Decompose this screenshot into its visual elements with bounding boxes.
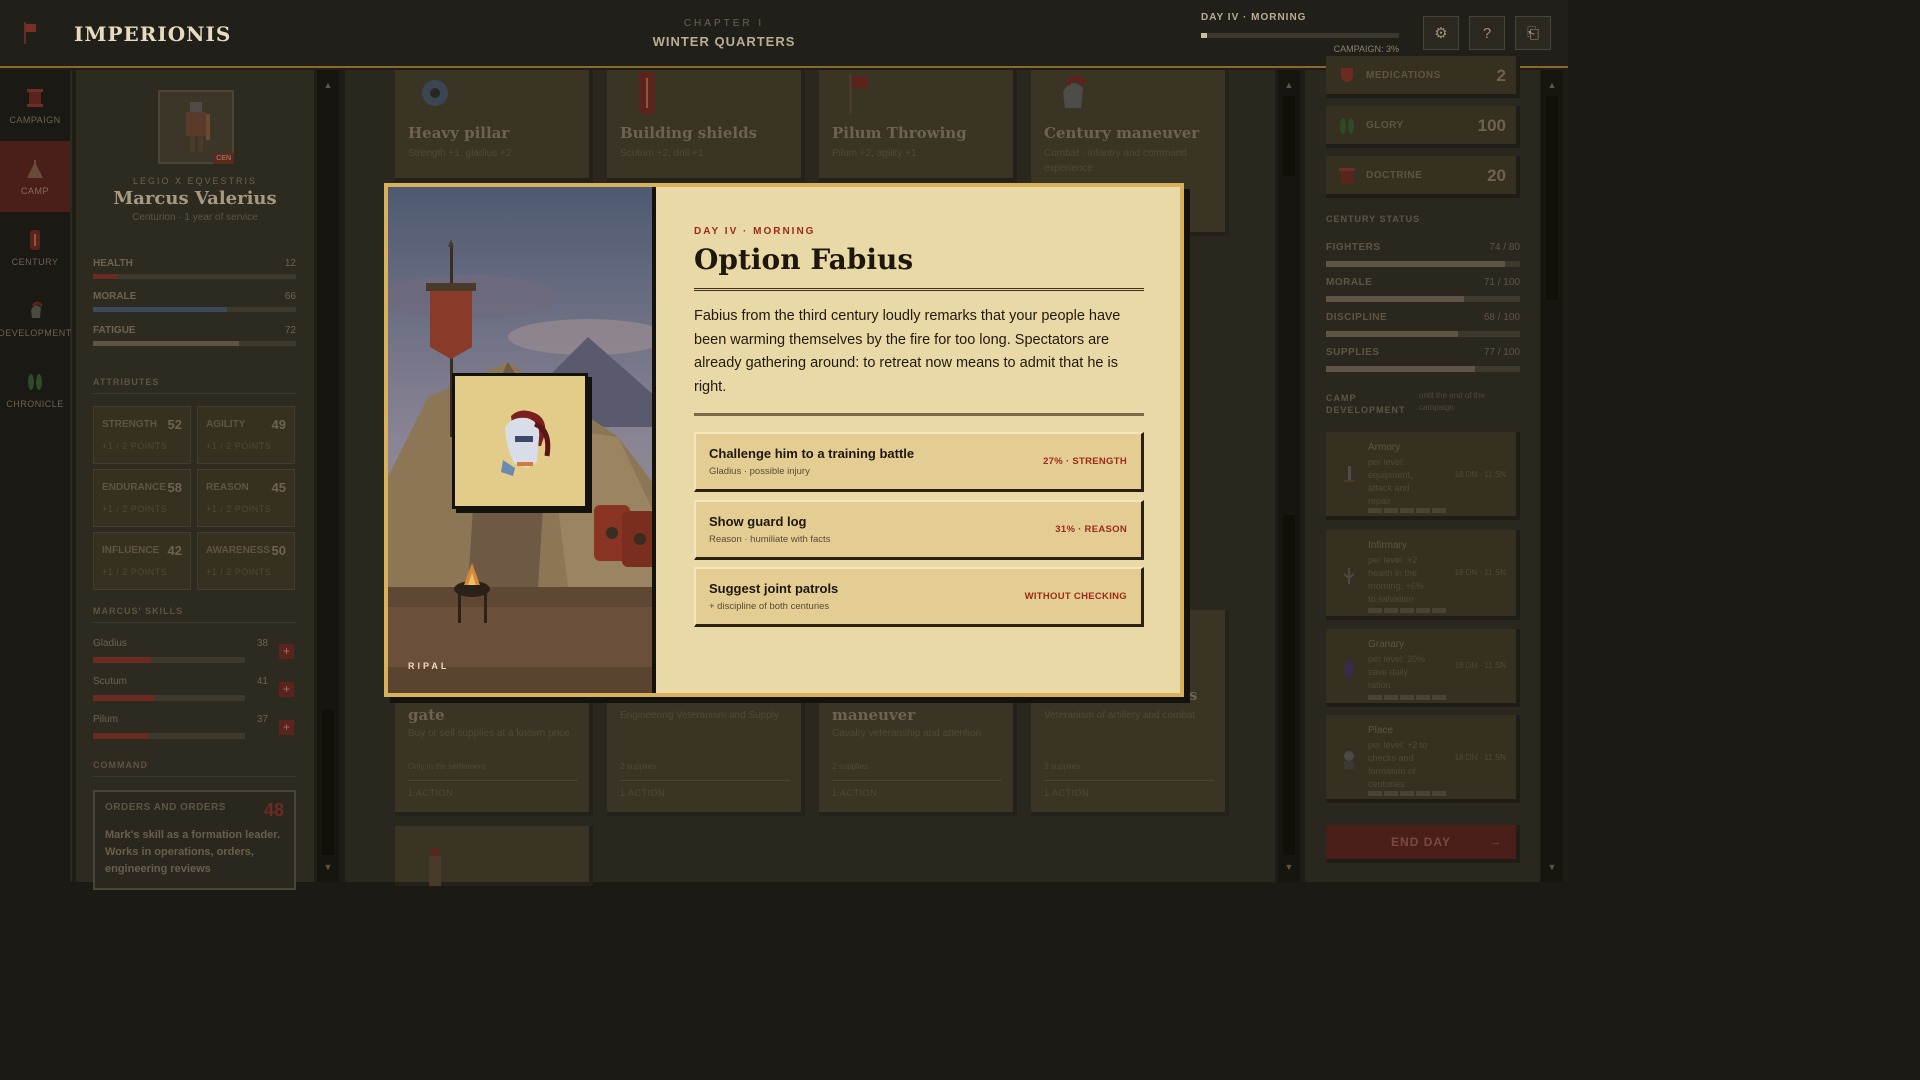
option-challenge-button[interactable]: Challenge him to a training battle Gladi… — [694, 432, 1144, 492]
divider — [694, 288, 1144, 291]
event-title: Option Fabius — [694, 243, 914, 276]
speaker-portrait — [452, 373, 588, 509]
event-illustration: RIPAL — [388, 187, 656, 693]
option-chance: 27% · STRENGTH — [1043, 456, 1127, 467]
option-joint-patrols-button[interactable]: Suggest joint patrols + discipline of bo… — [694, 567, 1144, 627]
helmet-icon — [501, 410, 551, 476]
option-chance: 31% · REASON — [1055, 524, 1127, 535]
option-chance: WITHOUT CHECKING — [1024, 591, 1127, 602]
game-window: IMPERIONIS CHAPTER I WINTER QUARTERS DAY… — [0, 0, 1568, 890]
event-description: Fabius from the third century loudly rem… — [694, 308, 1121, 395]
event-day: DAY IV · MORNING — [694, 226, 816, 237]
image-caption: RIPAL — [408, 661, 450, 671]
event-dialog: RIPAL DAY IV · MORNING Option Fabius Fab… — [384, 183, 1184, 697]
divider — [694, 413, 1144, 416]
option-guard-log-button[interactable]: Show guard log Reason · humiliate with f… — [694, 500, 1144, 560]
